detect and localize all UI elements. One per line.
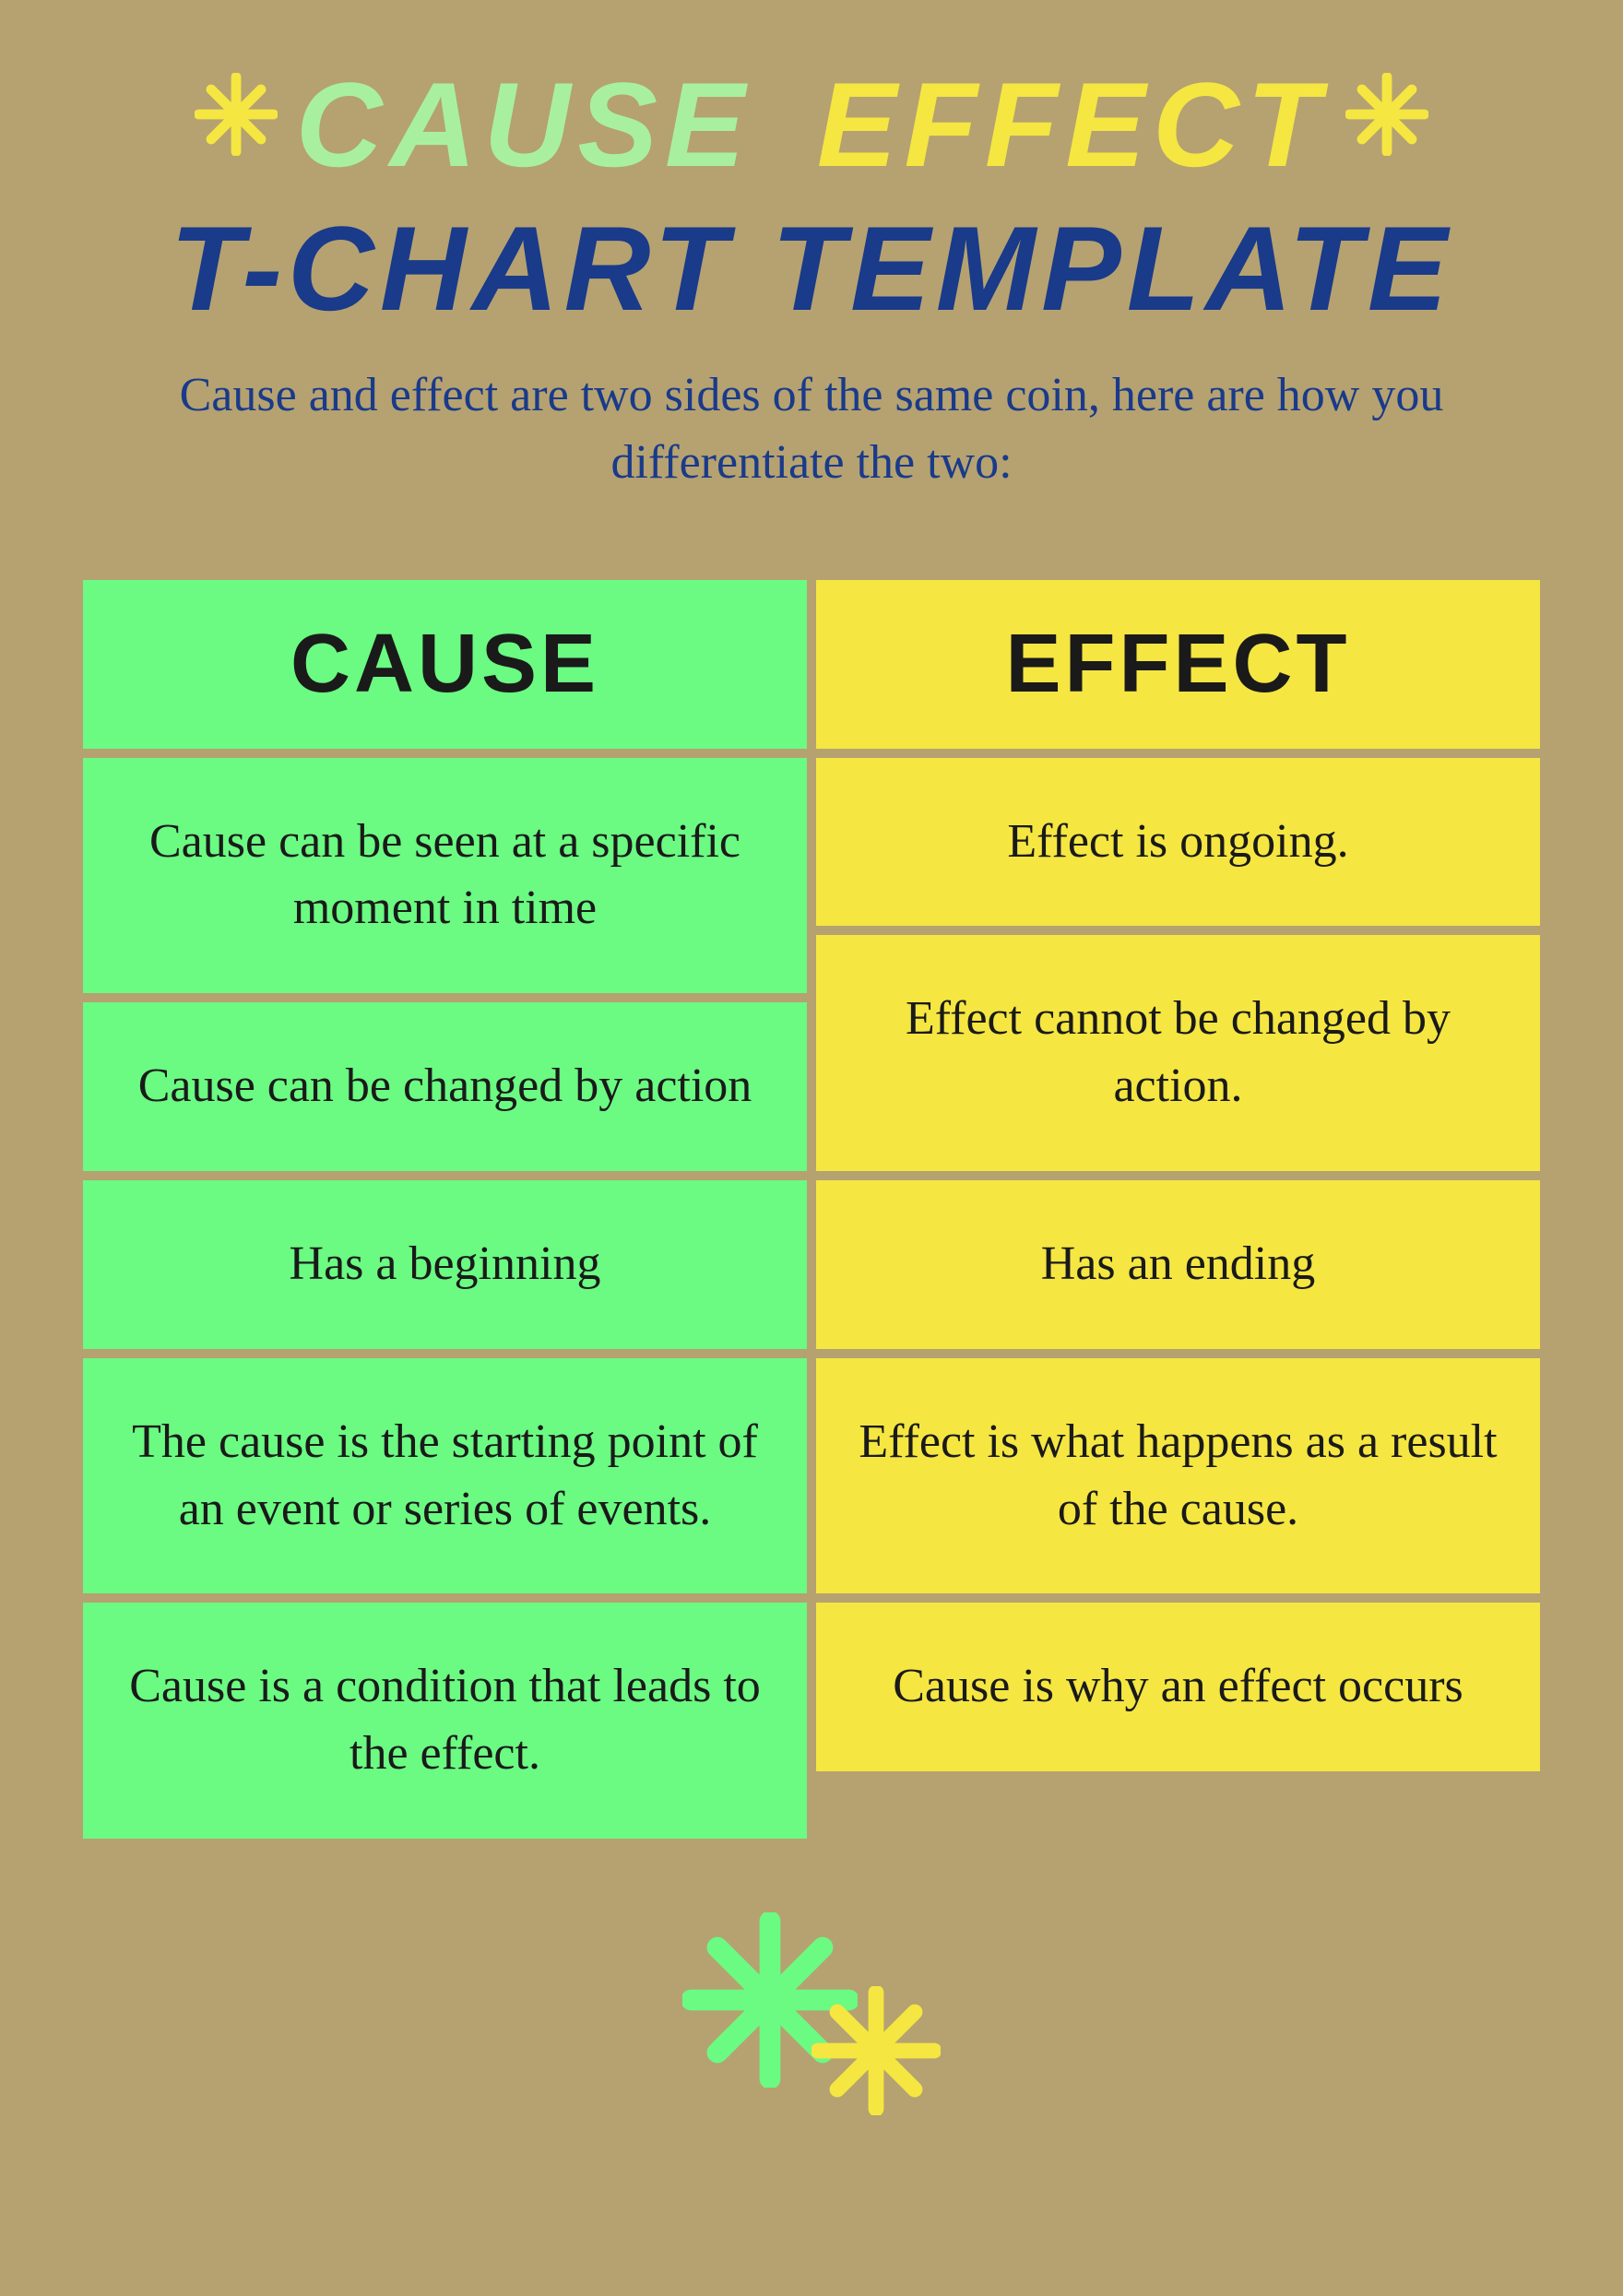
- cause-row-2: Has a beginning: [83, 1180, 807, 1349]
- title-effect: EFFECT: [817, 55, 1328, 194]
- effect-row-4: Cause is why an effect occurs: [816, 1603, 1540, 1771]
- star-right-icon: [1345, 73, 1428, 176]
- cause-row-0: Cause can be seen at a specific moment i…: [83, 758, 807, 994]
- t-chart-header: CAUSE EFFECT: [83, 580, 1540, 749]
- effect-row-3: Effect is what happens as a result of th…: [816, 1358, 1540, 1594]
- bottom-decoration: [682, 1912, 941, 2092]
- cause-row-3: The cause is the starting point of an ev…: [83, 1358, 807, 1594]
- header-section: CAUSE EFFECT T-CHART TEMPLATE Cause and …: [74, 55, 1549, 543]
- t-chart: CAUSE EFFECT Cause can be seen at a spec…: [83, 580, 1540, 1839]
- t-chart-body: Cause can be seen at a specific moment i…: [83, 758, 1540, 1839]
- cause-column: Cause can be seen at a specific moment i…: [83, 758, 807, 1839]
- effect-row-1: Effect cannot be changed by action.: [816, 935, 1540, 1171]
- subtitle: Cause and effect are two sides of the sa…: [74, 362, 1549, 497]
- title-line2: T-CHART TEMPLATE: [74, 203, 1549, 335]
- bottom-star-yellow-icon: [812, 1986, 941, 2120]
- star-left-icon: [195, 73, 278, 176]
- title-cause: CAUSE: [296, 55, 752, 194]
- effect-column: Effect is ongoing.Effect cannot be chang…: [816, 758, 1540, 1839]
- cause-header: CAUSE: [83, 580, 807, 749]
- effect-row-0: Effect is ongoing.: [816, 758, 1540, 927]
- effect-header: EFFECT: [816, 580, 1540, 749]
- cause-row-1: Cause can be changed by action: [83, 1002, 807, 1171]
- title-line1: CAUSE EFFECT: [74, 55, 1549, 194]
- cause-row-4: Cause is a condition that leads to the e…: [83, 1603, 807, 1839]
- effect-row-2: Has an ending: [816, 1180, 1540, 1349]
